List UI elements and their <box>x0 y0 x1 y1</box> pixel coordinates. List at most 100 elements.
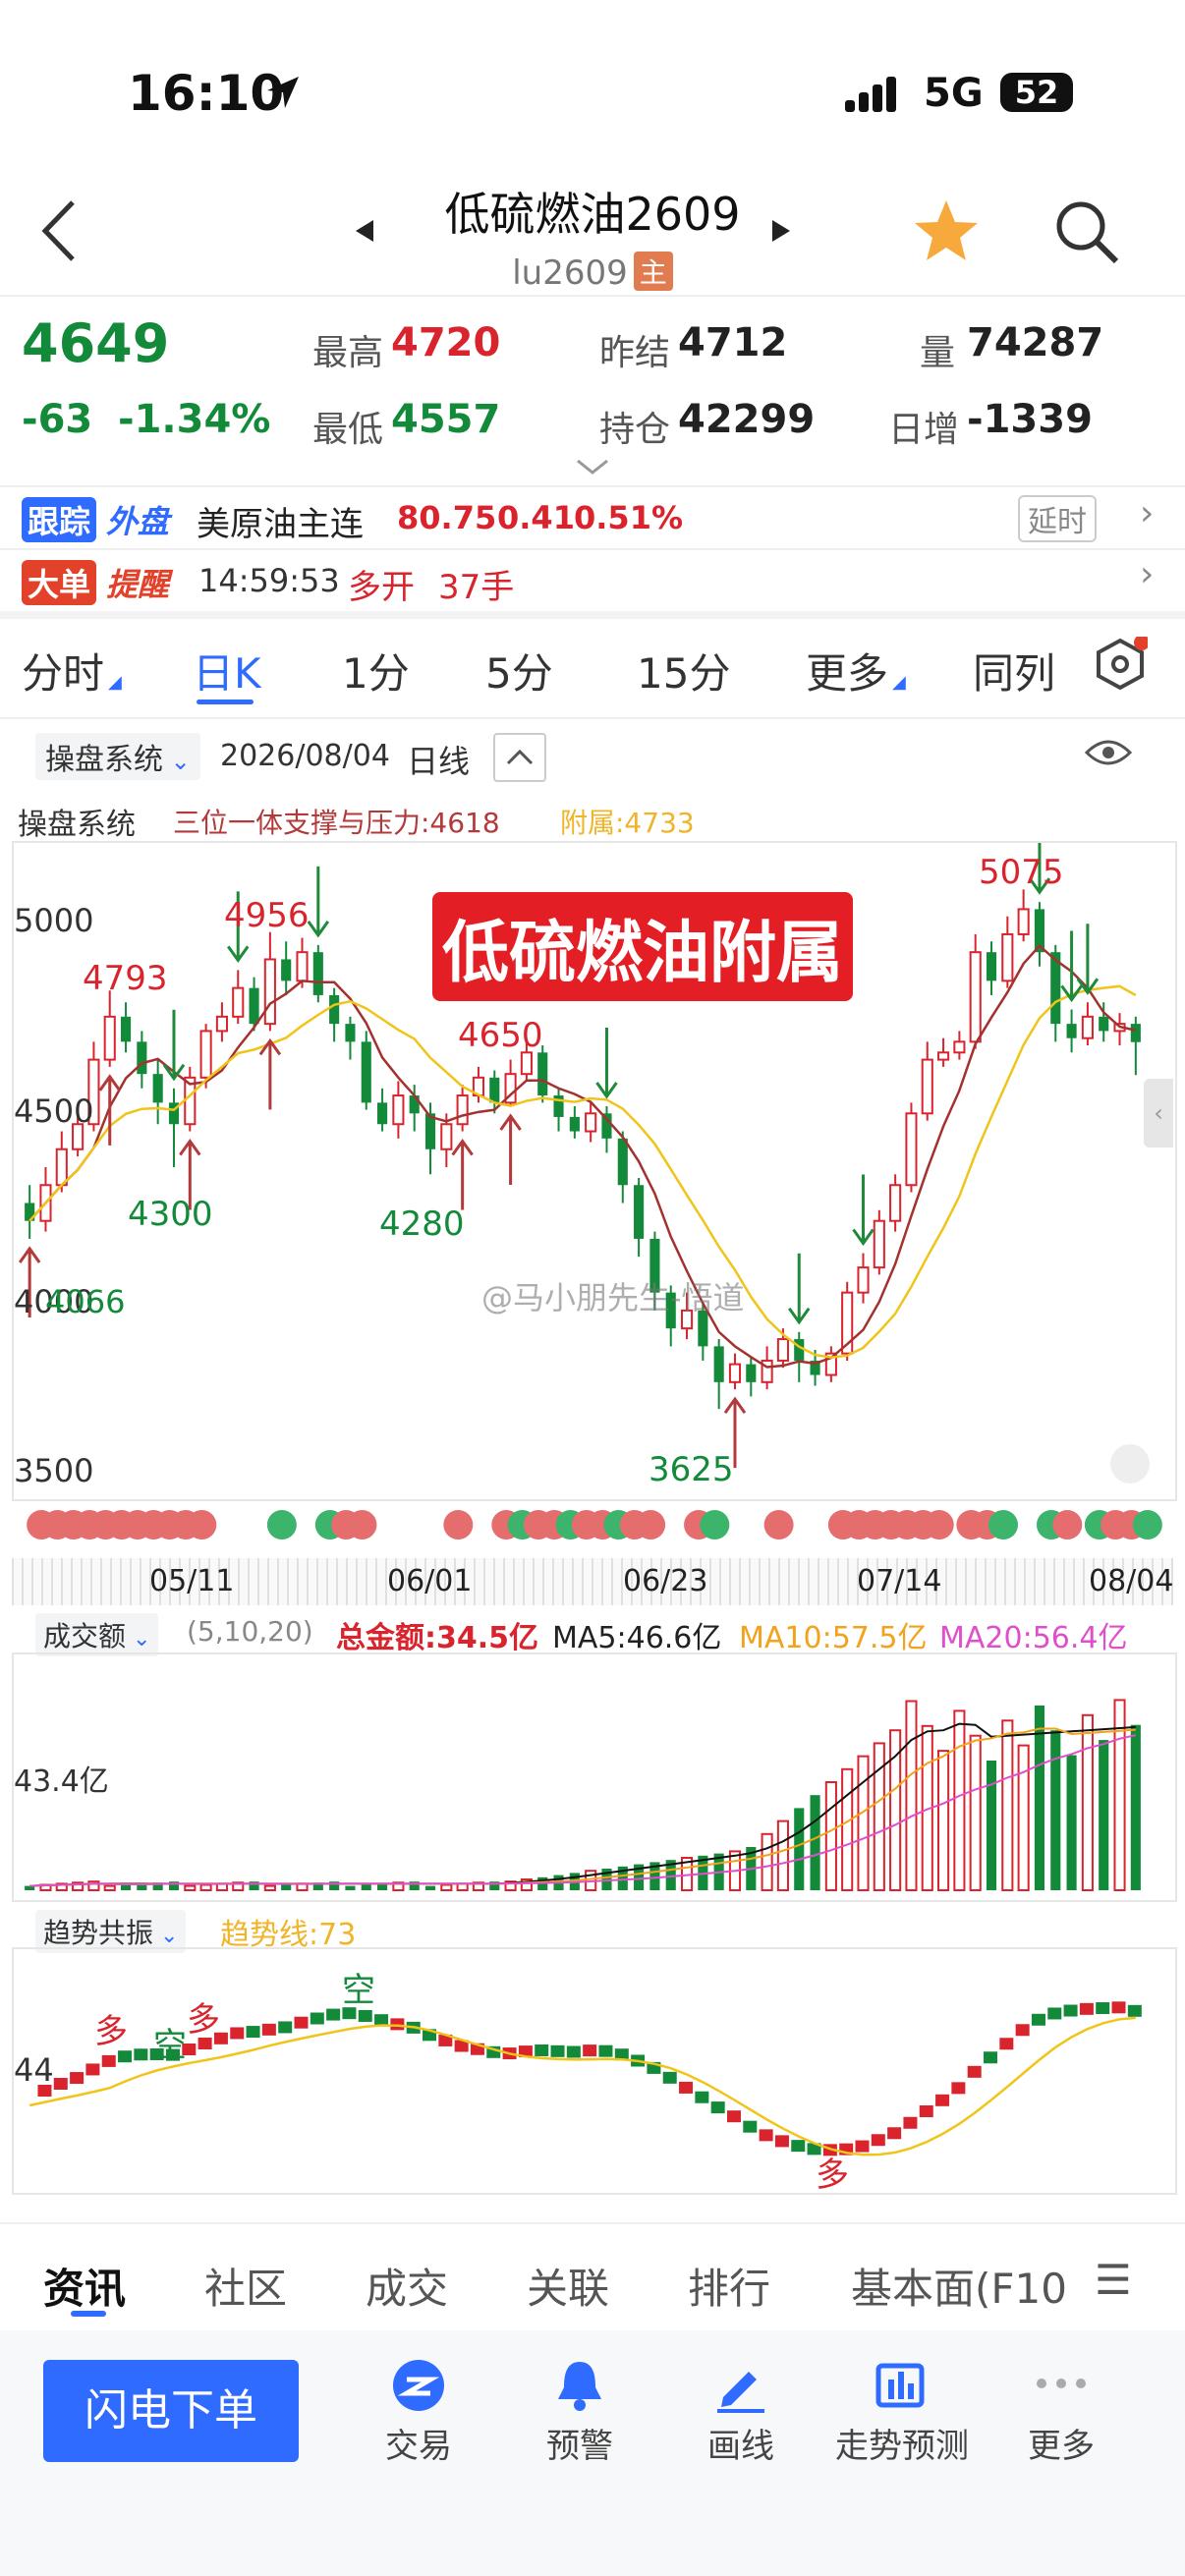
candle-body <box>537 1052 548 1096</box>
volume-params: (5,10,20) <box>187 1615 313 1648</box>
candle-body <box>215 1015 228 1033</box>
candle-body <box>377 1102 388 1125</box>
candle-body <box>440 1123 453 1150</box>
divider <box>0 295 1185 297</box>
candle-body <box>873 1219 885 1269</box>
tab-related[interactable]: 关联 <box>527 2256 609 2316</box>
collapse-button[interactable] <box>493 733 546 782</box>
volume-bar <box>1081 1713 1094 1891</box>
trend-block <box>919 2105 933 2117</box>
ai-signal-icon <box>266 1510 297 1540</box>
trend-block <box>743 2120 758 2133</box>
big-order-row[interactable]: 大单 提醒 14:59:53 多开 37手 › <box>0 552 1185 607</box>
more-icon[interactable] <box>1034 2372 1089 2399</box>
candle-body <box>794 1339 805 1361</box>
volume-bar <box>776 1820 789 1892</box>
trend-block <box>598 2044 613 2057</box>
candle-body <box>969 951 982 1043</box>
star-icon[interactable] <box>912 196 981 269</box>
trend-block <box>774 2135 789 2148</box>
volume-bar <box>857 1755 870 1891</box>
menu-icon[interactable]: ☰ <box>1095 2256 1132 2304</box>
ai-signal-icon <box>988 1510 1019 1540</box>
chevron-right-icon: › <box>1140 493 1155 533</box>
ai-signal-row <box>27 1510 1162 1540</box>
tab-label: 分时 <box>22 649 105 698</box>
trade-label[interactable]: 交易 <box>340 2419 497 2467</box>
side-expand-icon[interactable]: ‹ <box>1144 1079 1173 1148</box>
indicator-selector[interactable]: 操盘系统 ⌄ <box>35 733 200 780</box>
battery-icon: 52 <box>1000 73 1073 112</box>
volume-bar <box>824 1781 837 1891</box>
tab-1min[interactable]: 1分 <box>342 641 410 700</box>
divider <box>0 2222 1185 2224</box>
search-icon[interactable] <box>1053 198 1122 271</box>
alert-label[interactable]: 预警 <box>501 2419 658 2467</box>
y-tick-3500: 3500 <box>14 1452 94 1489</box>
trend-forecast-label[interactable]: 走势预测 <box>821 2419 983 2467</box>
expand-chevron-icon[interactable] <box>576 458 609 479</box>
settings-hexagon-icon[interactable] <box>1093 635 1150 696</box>
trend-block <box>935 2094 950 2106</box>
candle-body <box>857 1266 870 1294</box>
tab-trades[interactable]: 成交 <box>366 2256 448 2316</box>
foreign-market-row[interactable]: 跟踪 外盘 美原油主连 80.75 0.41 0.51% 延时 › <box>0 491 1185 544</box>
more-label[interactable]: 更多 <box>983 2419 1140 2467</box>
tab-peer-list[interactable]: 同列 <box>973 641 1055 700</box>
tab-community[interactable]: 社区 <box>204 2256 287 2316</box>
candle-body <box>137 1041 147 1075</box>
draw-line-icon[interactable] <box>713 2358 768 2417</box>
tab-more[interactable]: 更多 ◢ <box>806 641 906 700</box>
alert-icon[interactable] <box>552 2358 607 2417</box>
trend-block <box>1063 2004 1078 2017</box>
trend-block <box>1047 2007 1062 2020</box>
candle-body <box>713 1346 724 1382</box>
tab-ranking[interactable]: 排行 <box>688 2256 770 2316</box>
tab-daily-k[interactable]: 日K <box>193 641 261 700</box>
flash-order-button[interactable]: 闪电下单 <box>43 2360 299 2462</box>
tab-5min[interactable]: 5分 <box>485 641 553 700</box>
tab-15min[interactable]: 15分 <box>637 641 730 700</box>
trend-block <box>358 2009 372 2022</box>
trend-block <box>70 2072 85 2085</box>
divider <box>0 485 1185 487</box>
low-label: 最低 <box>312 410 384 450</box>
volume-bar <box>953 1709 966 1892</box>
trend-block <box>550 2044 565 2057</box>
tab-news[interactable]: 资讯 <box>43 2256 126 2316</box>
high-label: 最高 <box>312 333 384 373</box>
price-change: -63 <box>22 397 93 442</box>
trend-forecast-icon[interactable] <box>873 2358 928 2417</box>
volume-bar <box>1066 1755 1077 1890</box>
x-tick: 06/23 <box>623 1564 708 1598</box>
candle <box>120 1002 132 1053</box>
trade-icon[interactable] <box>391 2358 446 2417</box>
indicator-name: 操盘系统 <box>45 743 163 777</box>
trend-chart-area[interactable] <box>12 1947 1177 2195</box>
foreign-pct: 0.51% <box>574 499 684 536</box>
candle <box>857 1253 870 1304</box>
volume-chart-area[interactable] <box>12 1652 1177 1902</box>
volume-bar <box>1001 1719 1014 1891</box>
candle-body <box>152 1074 163 1103</box>
foreign-change: 0.41 <box>497 499 575 536</box>
divider <box>0 717 1185 719</box>
tab-fundamentals[interactable]: 基本面(F10 <box>851 2256 1065 2316</box>
eye-icon[interactable] <box>1084 735 1133 774</box>
candle <box>986 941 997 995</box>
y-tick-4500: 4500 <box>14 1092 94 1130</box>
volume-selector[interactable]: 成交额 ⌄ <box>35 1613 159 1656</box>
ai-signal-icon <box>763 1510 794 1540</box>
candle <box>168 1088 180 1167</box>
trend-block <box>726 2110 741 2123</box>
high-value: 4720 <box>391 320 501 365</box>
fullscreen-icon[interactable] <box>1110 1444 1150 1484</box>
trend-block <box>278 2021 293 2034</box>
candle <box>152 1059 163 1125</box>
draw-line-label[interactable]: 画线 <box>662 2419 819 2467</box>
x-tick: 06/01 <box>387 1564 473 1598</box>
volume-label: 量 <box>920 333 956 373</box>
foreign-name: 美原油主连 <box>197 505 364 544</box>
tab-intraday[interactable]: 分时 ◢ <box>22 641 122 700</box>
volume-bar <box>184 1884 197 1892</box>
